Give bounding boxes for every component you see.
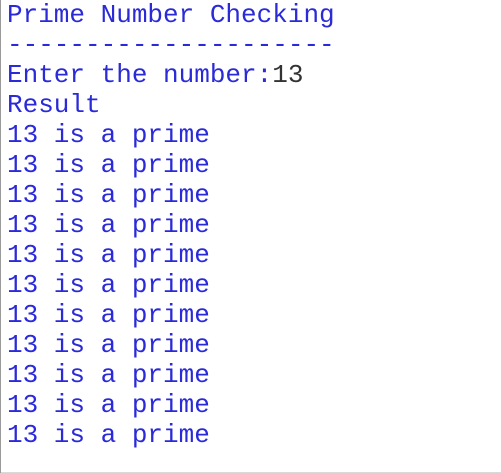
console-output: Prime Number Checking ------------------… [0,0,501,473]
result-line: 13 is a prime [7,390,210,420]
result-line: 13 is a prime [7,300,210,330]
number-input-value: 13 [272,60,304,90]
result-line: 13 is a prime [7,360,210,390]
result-heading: Result [7,90,101,120]
result-line: 13 is a prime [7,330,210,360]
result-line: 13 is a prime [7,420,210,450]
result-line: 13 is a prime [7,270,210,300]
result-line: 13 is a prime [7,180,210,210]
result-line: 13 is a prime [7,240,210,270]
number-prompt: Enter the number: [7,60,273,90]
title-separator: --------------------- [7,30,335,60]
result-line: 13 is a prime [7,210,210,240]
number-prompt-line: Enter the number:13 [7,60,303,90]
result-line: 13 is a prime [7,120,210,150]
result-line: 13 is a prime [7,150,210,180]
result-list: 13 is a prime 13 is a prime 13 is a prim… [7,120,210,450]
program-title: Prime Number Checking [7,0,335,30]
